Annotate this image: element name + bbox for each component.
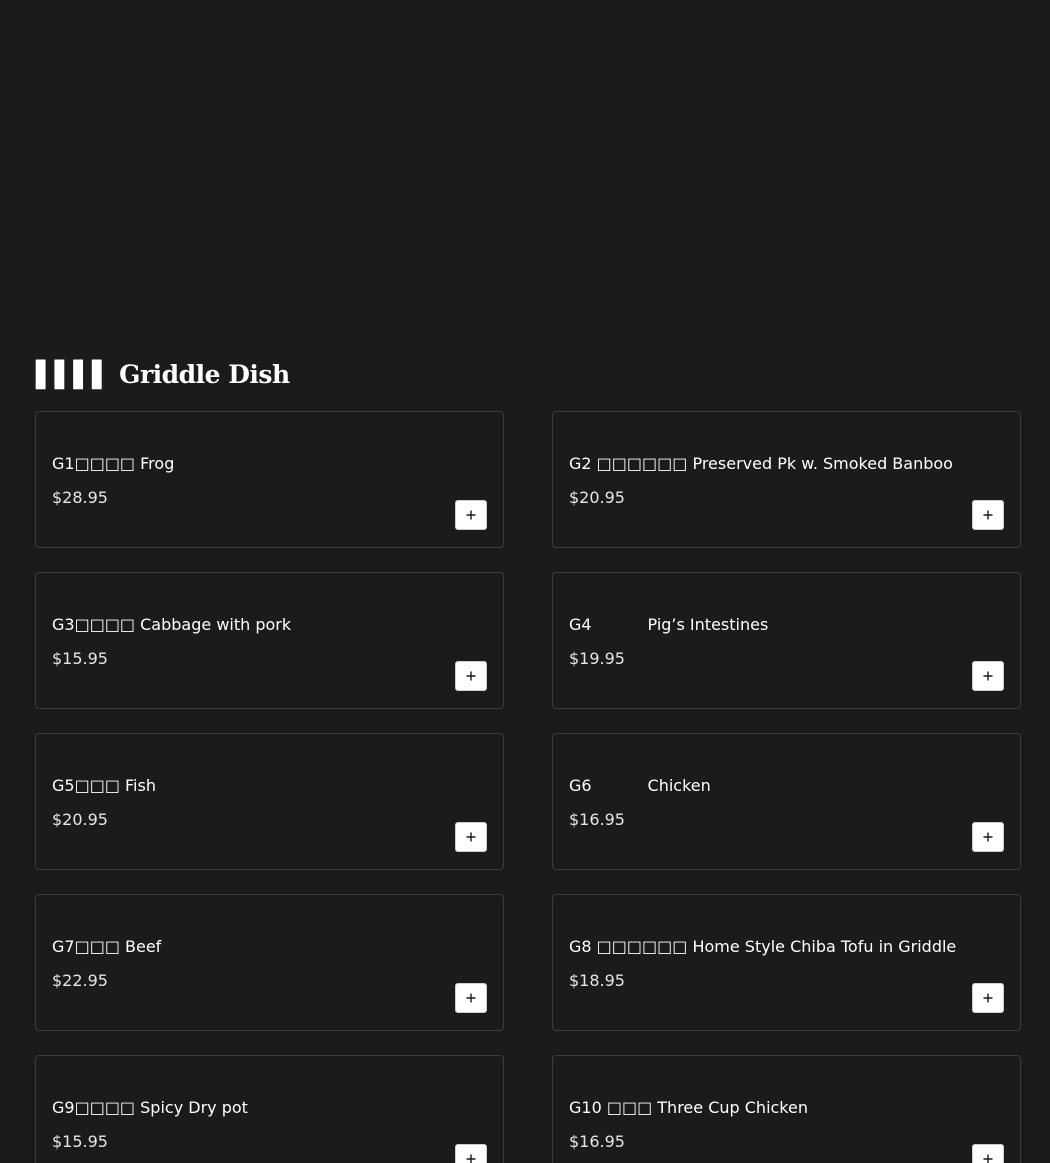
menu-item-card[interactable]: G4 Pig’s Intestines $19.95	[552, 572, 1021, 709]
menu-item-card[interactable]: G9□□□□ Spicy Dry pot $15.95	[35, 1055, 504, 1163]
plus-icon	[983, 993, 993, 1003]
menu-item-card[interactable]: G7□□□ Beef $22.95	[35, 894, 504, 1031]
menu-item-name: G9□□□□ Spicy Dry pot	[52, 1098, 248, 1117]
menu-item-name: G1□□□□ Frog	[52, 454, 175, 473]
add-item-button[interactable]	[972, 822, 1004, 852]
menu-item-name: G7□□□ Beef	[52, 937, 162, 956]
menu-item-price: $19.95	[569, 649, 625, 668]
menu-item-grid: G1□□□□ Frog $28.95 G2 □□□□□□ Preserved P…	[35, 411, 1021, 1163]
menu-item-price: $16.95	[569, 810, 625, 829]
menu-item-card[interactable]: G8 □□□□□□ Home Style Chiba Tofu in Gridd…	[552, 894, 1021, 1031]
add-item-button[interactable]	[972, 500, 1004, 530]
plus-icon	[466, 832, 476, 842]
menu-item-card[interactable]: G1□□□□ Frog $28.95	[35, 411, 504, 548]
menu-item-card[interactable]: G5□□□ Fish $20.95	[35, 733, 504, 870]
menu-item-name: G2 □□□□□□ Preserved Pk w. Smoked Banboo	[569, 454, 953, 473]
menu-item-price: $28.95	[52, 488, 108, 507]
menu-item-name: G8 □□□□□□ Home Style Chiba Tofu in Gridd…	[569, 937, 957, 956]
menu-item-name: G10 □□□ Three Cup Chicken	[569, 1098, 808, 1117]
add-item-button[interactable]	[972, 1144, 1004, 1163]
plus-icon	[466, 671, 476, 681]
plus-icon	[983, 832, 993, 842]
plus-icon	[983, 510, 993, 520]
menu-item-price: $20.95	[569, 488, 625, 507]
menu-item-name: G3□□□□ Cabbage with pork	[52, 615, 292, 634]
menu-item-card[interactable]: G6 Chicken $16.95	[552, 733, 1021, 870]
menu-item-price: $15.95	[52, 649, 108, 668]
menu-item-card[interactable]: G2 □□□□□□ Preserved Pk w. Smoked Banboo …	[552, 411, 1021, 548]
menu-item-price: $20.95	[52, 810, 108, 829]
menu-item-price: $18.95	[569, 971, 625, 990]
menu-item-name: G6 Chicken	[569, 776, 711, 795]
add-item-button[interactable]	[972, 661, 1004, 691]
plus-icon	[983, 671, 993, 681]
add-item-button[interactable]	[455, 500, 487, 530]
plus-icon	[466, 510, 476, 520]
plus-icon	[466, 1154, 476, 1163]
menu-item-card[interactable]: G3□□□□ Cabbage with pork $15.95	[35, 572, 504, 709]
plus-icon	[983, 1154, 993, 1163]
menu-item-price: $22.95	[52, 971, 108, 990]
menu-item-name: G4 Pig’s Intestines	[569, 615, 769, 634]
add-item-button[interactable]	[455, 822, 487, 852]
menu-page: ▌▌▌▌ Griddle Dish G1□□□□ Frog $28.95 G2 …	[0, 0, 1050, 1163]
menu-item-price: $16.95	[569, 1132, 625, 1151]
add-item-button[interactable]	[455, 1144, 487, 1163]
add-item-button[interactable]	[455, 661, 487, 691]
add-item-button[interactable]	[455, 983, 487, 1013]
add-item-button[interactable]	[972, 983, 1004, 1013]
section-title: ▌▌▌▌ Griddle Dish	[36, 360, 290, 389]
menu-item-name: G5□□□ Fish	[52, 776, 156, 795]
plus-icon	[466, 993, 476, 1003]
menu-item-price: $15.95	[52, 1132, 108, 1151]
menu-item-card[interactable]: G10 □□□ Three Cup Chicken $16.95	[552, 1055, 1021, 1163]
